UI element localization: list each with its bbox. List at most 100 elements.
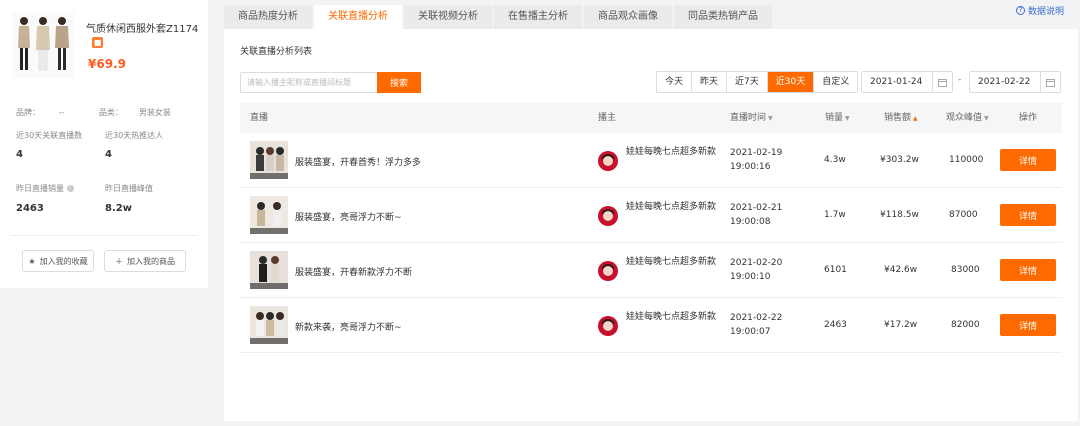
live-thumbnail[interactable] [250, 196, 288, 234]
live-date: 2021-02-19 [730, 148, 783, 158]
range-custom[interactable]: 自定义 [814, 72, 858, 92]
tab-product-heat[interactable]: 商品热度分析 [224, 5, 312, 29]
sort-down-icon: ▼ [984, 115, 989, 122]
revenue-value: ¥17.2w [884, 320, 918, 330]
anchor-name[interactable]: 娃娃每晚七点超多新款 [626, 200, 722, 214]
data-help-link[interactable]: ? 数据说明 [1015, 4, 1064, 17]
col-time-label: 直播时间 [730, 113, 767, 123]
add-favorite-label: 加入我的收藏 [39, 256, 88, 266]
live-date: 2021-02-20 [730, 258, 783, 268]
table-row: 新款来袭，亮哥浮力不断~ 娃娃每晚七点超多新款 2021-02-22 19:00:… [240, 298, 1062, 353]
col-sales-label: 销量 [825, 113, 844, 123]
sales-value: 1.7w [824, 210, 846, 220]
table-header: 直播 播主 直播时间 ▼ 销量 ▼ 销售额 ▲ 观众峰值 ▼ 操作 [240, 103, 1062, 133]
live-clock: 19:00:10 [730, 272, 771, 282]
stat-value-yesterday-peak: 8.2w [105, 203, 132, 214]
anchor-avatar[interactable] [598, 206, 618, 226]
live-title[interactable]: 服装盛宴，亮哥浮力不断~ [295, 210, 402, 223]
product-title[interactable]: 气质休闲西服外套Z1174 [86, 20, 198, 35]
stat-label-live-count: 近30天关联直播数 [16, 131, 83, 140]
anchor-name[interactable]: 娃娃每晚七点超多新款 [626, 255, 722, 269]
live-time: 2021-02-21 19:00:08 [730, 201, 782, 229]
col-action: 操作 [1019, 113, 1038, 123]
stat-value-live-count: 4 [16, 149, 23, 160]
detail-button[interactable]: 详情 [1000, 149, 1056, 171]
detail-button[interactable]: 详情 [1000, 204, 1056, 226]
sort-up-icon: ▲ [913, 115, 918, 122]
live-clock: 19:00:16 [730, 162, 771, 172]
detail-button[interactable]: 详情 [1000, 259, 1056, 281]
live-title[interactable]: 新款来袭，亮哥浮力不断~ [295, 320, 402, 333]
category-label: 品类： [98, 108, 123, 117]
detail-button[interactable]: 详情 [1000, 314, 1056, 336]
tab-selling-anchors[interactable]: 在售播主分析 [494, 5, 582, 29]
store-tag-icon: ■ [92, 37, 103, 48]
live-thumbnail[interactable] [250, 306, 288, 344]
analysis-tabs: 商品热度分析 关联直播分析 关联视频分析 在售播主分析 商品观众画像 同品类热销… [224, 5, 774, 29]
data-help-label: 数据说明 [1027, 7, 1064, 17]
live-clock: 19:00:07 [730, 327, 771, 337]
table-row: 服装盛宴，开春新款浮力不断 娃娃每晚七点超多新款 2021-02-20 19:00… [240, 243, 1062, 298]
add-favorite-button[interactable]: ★ 加入我的收藏 [22, 250, 94, 272]
col-time[interactable]: 直播时间 ▼ [730, 103, 773, 133]
sort-down-icon: ▼ [845, 115, 850, 122]
peak-value: 83000 [951, 265, 980, 275]
col-sales[interactable]: 销量 ▼ [825, 103, 850, 133]
tab-audience-profile[interactable]: 商品观众画像 [584, 5, 672, 29]
anchor-name[interactable]: 娃娃每晚七点超多新款 [626, 310, 722, 324]
col-peak[interactable]: 观众峰值 ▼ [946, 103, 989, 133]
stat-value-hot-anchors: 4 [105, 149, 112, 160]
range-7-days[interactable]: 近7天 [727, 72, 768, 92]
range-today[interactable]: 今天 [657, 72, 693, 92]
anchor-name[interactable]: 娃娃每晚七点超多新款 [626, 145, 722, 159]
stat-value-yesterday-sales: 2463 [16, 203, 44, 214]
peak-value: 87000 [949, 210, 978, 220]
stat-label-yesterday-sales-text: 昨日直播销量 [16, 184, 64, 193]
stat-label-yesterday-peak: 昨日直播峰值 [105, 184, 153, 193]
date-from-value: 2021-01-24 [870, 77, 923, 87]
col-peak-label: 观众峰值 [946, 113, 983, 123]
calendar-icon [932, 72, 952, 92]
range-30-days[interactable]: 近30天 [767, 72, 815, 92]
live-date: 2021-02-22 [730, 313, 783, 323]
anchor-avatar[interactable] [598, 151, 618, 171]
brand-label: 品牌： [16, 108, 40, 117]
date-from-field[interactable]: 2021-01-24 [861, 71, 953, 93]
col-revenue[interactable]: 销售额 ▲ [884, 103, 918, 133]
add-my-product-label: 加入我的商品 [127, 256, 175, 266]
brand-info: 品牌： -- [16, 108, 80, 117]
tab-similar-hot-products[interactable]: 同品类热销产品 [674, 5, 772, 29]
anchor-avatar[interactable] [598, 261, 618, 281]
product-image[interactable] [12, 12, 74, 78]
search-button[interactable]: 搜索 [377, 72, 421, 93]
info-icon[interactable]: i [66, 185, 74, 192]
live-thumbnail[interactable] [250, 141, 288, 179]
live-time: 2021-02-19 19:00:16 [730, 146, 782, 174]
sales-value: 2463 [824, 320, 847, 330]
col-live: 直播 [250, 113, 269, 123]
peak-value: 82000 [951, 320, 980, 330]
table-row: 服装盛宴，亮哥浮力不断~ 娃娃每晚七点超多新款 2021-02-21 19:00:… [240, 188, 1062, 243]
tab-related-video[interactable]: 关联视频分析 [404, 5, 492, 29]
date-to-field[interactable]: 2021-02-22 [969, 71, 1061, 93]
peak-value: 110000 [949, 155, 984, 165]
sales-value: 4.3w [824, 155, 846, 165]
stat-label-yesterday-sales: 昨日直播销量 i [16, 183, 74, 194]
search-input[interactable] [240, 72, 377, 93]
date-separator: - [958, 75, 962, 85]
category-info: 品类： 男装女装 [99, 108, 187, 117]
add-my-product-button[interactable]: ＋ 加入我的商品 [104, 250, 186, 272]
live-time: 2021-02-20 19:00:10 [730, 256, 782, 284]
live-thumbnail[interactable] [250, 251, 288, 289]
anchor-avatar[interactable] [598, 316, 618, 336]
revenue-value: ¥42.6w [884, 265, 918, 275]
live-title[interactable]: 服装盛宴，开春首秀！浮力多多 [295, 155, 421, 168]
product-price: ¥69.9 [88, 57, 126, 71]
live-title[interactable]: 服装盛宴，开春新款浮力不断 [295, 265, 412, 278]
revenue-value: ¥118.5w [880, 210, 919, 220]
col-anchor: 播主 [598, 113, 617, 123]
brand-value: -- [58, 108, 65, 117]
range-yesterday[interactable]: 昨天 [692, 72, 728, 92]
plus-icon: ＋ [115, 256, 123, 266]
tab-related-live[interactable]: 关联直播分析 [314, 5, 402, 29]
